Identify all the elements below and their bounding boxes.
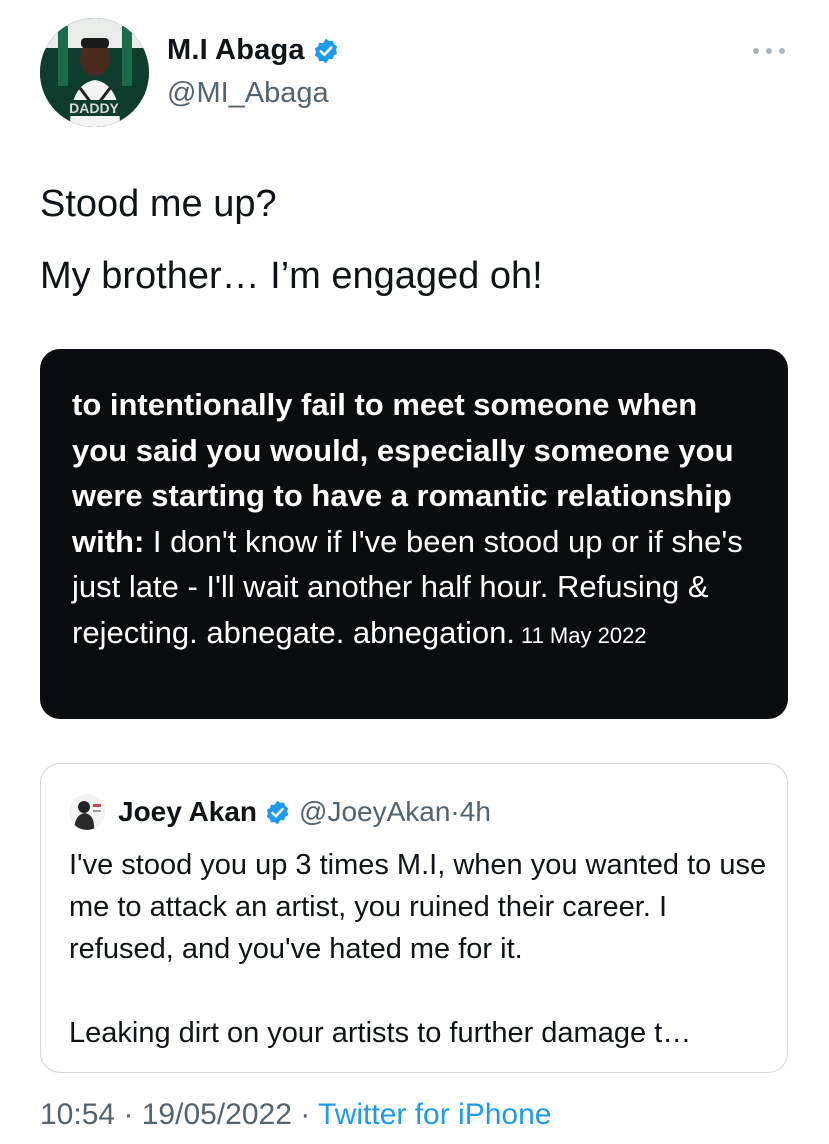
quoted-tweet-header: Joey Akan @JoeyAkan·4h — [69, 794, 491, 830]
quoted-display-name: Joey Akan — [118, 796, 258, 827]
tweet-metadata: 10:54 · 19/05/2022 · Twitter for iPhone — [40, 1098, 551, 1132]
author-avatar-image: DADDY — [40, 18, 149, 127]
quoted-paragraph-1: I've stood you up 3 times M.I, when you … — [69, 849, 767, 965]
tweet-source-link[interactable]: Twitter for iPhone — [318, 1098, 551, 1131]
more-dot — [779, 48, 785, 54]
footer-separator: · — [291, 1098, 319, 1131]
footer-separator: · — [115, 1098, 142, 1131]
more-options-icon[interactable] — [753, 44, 785, 58]
definition-date: 11 May 2022 — [520, 622, 647, 648]
quoted-age: 4h — [459, 796, 491, 827]
author-handle[interactable]: @MI_Abaga — [167, 77, 329, 110]
quoted-paragraph-2: Leaking dirt on your artists to further … — [69, 1017, 692, 1049]
verified-badge-icon — [314, 38, 337, 63]
quoted-author-avatar — [69, 794, 105, 830]
quoted-tweet[interactable]: Joey Akan @JoeyAkan·4h I've stood you up… — [40, 763, 788, 1073]
tweet-media-image[interactable]: to intentionally fail to meet someone wh… — [40, 349, 788, 719]
tweet-text-line-1: Stood me up? — [40, 183, 277, 225]
quoted-avatar-image — [69, 794, 105, 830]
author-name-row: M.I Abaga — [167, 34, 340, 67]
quoted-handle-text: @JoeyAkan — [299, 796, 451, 827]
tweet-text-line-2: My brother… I’m engaged oh! — [40, 255, 543, 297]
more-dot — [753, 48, 759, 54]
quoted-handle: @JoeyAkan·4h — [299, 796, 491, 828]
avatar-text: DADDY — [69, 100, 119, 116]
author-display-name[interactable]: M.I Abaga — [167, 34, 305, 67]
tweet-time[interactable]: 10:54 — [40, 1098, 115, 1131]
more-dot — [766, 48, 772, 54]
quoted-tweet-body: I've stood you up 3 times M.I, when you … — [69, 844, 769, 1054]
verified-badge-icon — [266, 800, 289, 824]
quoted-separator: · — [450, 796, 460, 827]
author-avatar[interactable]: DADDY — [40, 18, 149, 127]
tweet-date[interactable]: 19/05/2022 — [142, 1098, 292, 1131]
